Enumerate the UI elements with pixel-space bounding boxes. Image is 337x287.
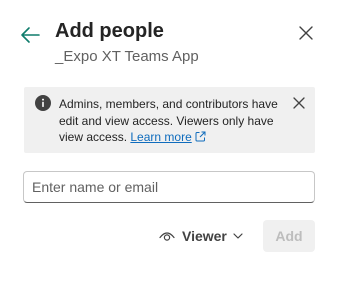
page-title: Add people <box>55 20 164 42</box>
external-link-icon <box>195 131 206 142</box>
role-dropdown[interactable]: Viewer <box>159 226 243 246</box>
back-arrow-icon[interactable] <box>19 25 41 45</box>
learn-more-link[interactable]: Learn more <box>130 130 206 144</box>
info-icon <box>35 95 51 111</box>
learn-more-label: Learn more <box>130 130 192 144</box>
name-or-email-input[interactable] <box>23 171 315 203</box>
role-selected-label: Viewer <box>182 228 227 244</box>
close-icon[interactable] <box>298 25 314 41</box>
eye-icon <box>159 232 175 241</box>
dismiss-banner-icon[interactable] <box>293 97 305 109</box>
add-button[interactable]: Add <box>263 220 315 252</box>
info-banner-text: Admins, members, and contributors have e… <box>59 96 279 146</box>
add-people-panel: Add people _Expo XT Teams App Admins, me… <box>0 0 337 287</box>
access-info-banner: Admins, members, and contributors have e… <box>24 87 315 153</box>
page-subtitle: _Expo XT Teams App <box>55 48 199 65</box>
chevron-down-icon <box>233 233 243 239</box>
